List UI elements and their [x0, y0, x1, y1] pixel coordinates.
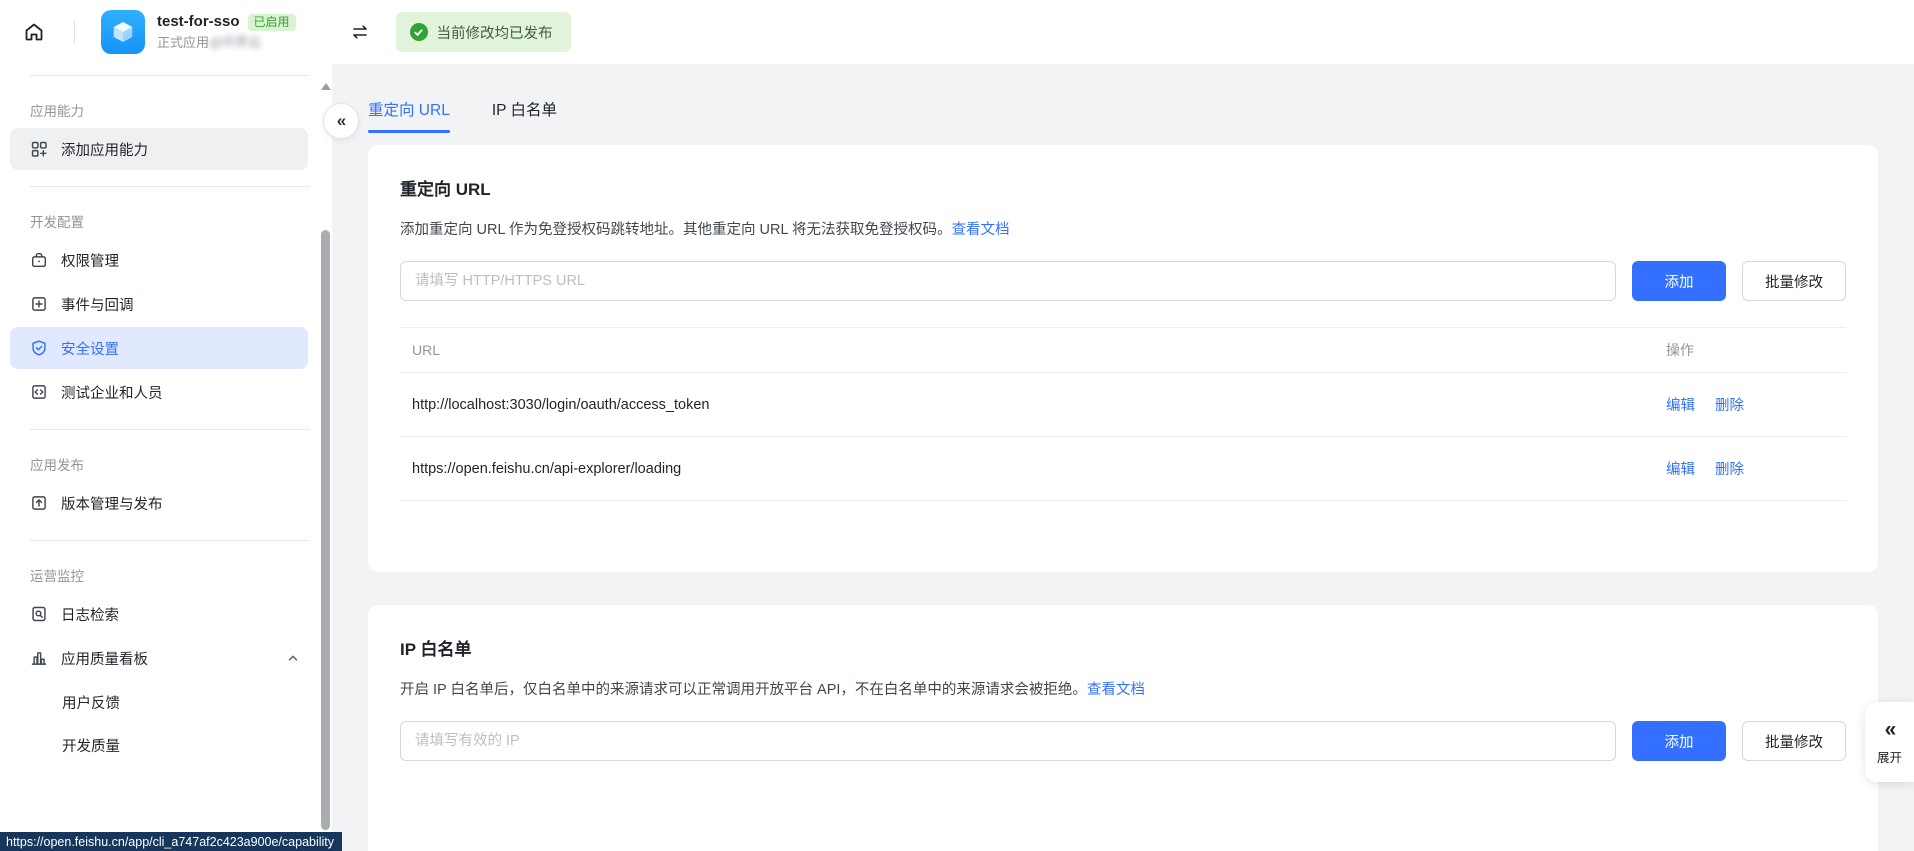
upload-square-icon — [30, 494, 48, 512]
app-enabled-badge: 已启用 — [248, 14, 296, 31]
home-button[interactable] — [14, 12, 54, 52]
section-app-release: 应用发布 — [0, 454, 332, 474]
main-content: 重定向 URL IP 白名单 重定向 URL 添加重定向 URL 作为免登授权码… — [332, 64, 1914, 851]
redirect-url-card: 重定向 URL 添加重定向 URL 作为免登授权码跳转地址。其他重定向 URL … — [368, 145, 1878, 572]
tab-redirect-url[interactable]: 重定向 URL — [368, 98, 450, 133]
divider — [30, 540, 310, 541]
divider — [30, 75, 310, 76]
redirect-card-title: 重定向 URL — [400, 175, 1846, 200]
sidebar-item-version[interactable]: 版本管理与发布 — [10, 482, 308, 524]
log-search-icon — [30, 605, 48, 623]
bar-chart-icon — [30, 649, 48, 667]
app-name: test-for-sso — [157, 13, 240, 32]
sidebar-item-test-company[interactable]: 测试企业和人员 — [10, 371, 308, 413]
batch-edit-url-button[interactable]: 批量修改 — [1742, 261, 1846, 301]
code-square-icon — [30, 383, 48, 401]
publish-status-pill: 当前修改均已发布 — [396, 12, 571, 52]
section-dev-config: 开发配置 — [0, 211, 332, 231]
sidebar-scrollbar-thumb[interactable] — [321, 230, 330, 830]
app-subtitle: 正式应用@环界云 — [157, 35, 296, 51]
sidebar-item-permission[interactable]: 权限管理 — [10, 239, 308, 281]
sidebar-item-dev-quality[interactable]: 开发质量 — [10, 725, 308, 765]
divider — [30, 429, 310, 430]
home-icon — [22, 20, 46, 44]
sidebar-item-quality-board[interactable]: 应用质量看板 — [10, 637, 308, 679]
double-chevron-left-icon: « — [1885, 718, 1895, 742]
scrollbar-up-arrow[interactable] — [320, 80, 332, 92]
chevron-up-icon[interactable] — [286, 651, 300, 665]
link-status-bar: https://open.feishu.cn/app/cli_a747af2c4… — [0, 832, 342, 851]
grid-plus-icon — [30, 140, 48, 158]
briefcase-icon — [30, 251, 48, 269]
redirect-url-input[interactable] — [400, 261, 1616, 301]
add-ip-button[interactable]: 添加 — [1632, 721, 1726, 761]
redirect-url-table: URL 操作 http://localhost:3030/login/oauth… — [400, 327, 1846, 501]
tab-ip-whitelist[interactable]: IP 白名单 — [492, 98, 557, 133]
app-logo-icon — [101, 10, 145, 54]
sidebar-item-user-feedback[interactable]: 用户反馈 — [10, 682, 308, 722]
divider — [30, 186, 310, 187]
batch-edit-ip-button[interactable]: 批量修改 — [1742, 721, 1846, 761]
check-circle-icon — [410, 23, 428, 41]
sidebar-item-events[interactable]: 事件与回调 — [10, 283, 308, 325]
sidebar-item-add-capability[interactable]: 添加应用能力 — [10, 128, 308, 170]
shield-check-icon — [30, 339, 48, 357]
table-row: https://open.feishu.cn/api-explorer/load… — [400, 437, 1846, 501]
ip-card-description: 开启 IP 白名单后，仅白名单中的来源请求可以正常调用开放平台 API，不在白名… — [400, 678, 1846, 699]
divider — [74, 21, 75, 43]
ip-whitelist-card: IP 白名单 开启 IP 白名单后，仅白名单中的来源请求可以正常调用开放平台 A… — [368, 605, 1878, 851]
expand-label: 展开 — [1877, 747, 1902, 766]
column-header-url: URL — [400, 328, 1654, 373]
active-tab-underline — [368, 130, 450, 133]
sidebar: 应用能力 添加应用能力 开发配置 权限管理 事件与回调 安全设置 — [0, 64, 332, 851]
panel-expand-button[interactable]: « 展开 — [1865, 702, 1914, 782]
app-header: test-for-sso 已启用 正式应用@环界云 当前修改均已发布 — [0, 0, 1914, 64]
redirect-card-description: 添加重定向 URL 作为免登授权码跳转地址。其他重定向 URL 将无法获取免登授… — [400, 218, 1846, 239]
sidebar-item-log-search[interactable]: 日志检索 — [10, 593, 308, 635]
ip-card-title: IP 白名单 — [400, 635, 1846, 660]
edit-link[interactable]: 编辑 — [1666, 398, 1695, 414]
url-cell: https://open.feishu.cn/api-explorer/load… — [400, 437, 1654, 501]
delete-link[interactable]: 删除 — [1715, 398, 1744, 414]
url-cell: http://localhost:3030/login/oauth/access… — [400, 373, 1654, 437]
edit-link[interactable]: 编辑 — [1666, 462, 1695, 478]
sidebar-item-security[interactable]: 安全设置 — [10, 327, 308, 369]
view-docs-link[interactable]: 查看文档 — [952, 222, 1010, 238]
section-app-capability: 应用能力 — [0, 100, 332, 120]
table-row: http://localhost:3030/login/oauth/access… — [400, 373, 1846, 437]
section-operation: 运营监控 — [0, 565, 332, 585]
swap-arrows-icon — [349, 21, 371, 43]
sidebar-collapse-button[interactable]: « — [323, 103, 359, 139]
add-url-button[interactable]: 添加 — [1632, 261, 1726, 301]
ip-input[interactable] — [400, 721, 1616, 761]
sidebar-scrollbar-rail — [320, 64, 332, 851]
column-header-action: 操作 — [1654, 328, 1846, 373]
square-plus-icon — [30, 295, 48, 313]
delete-link[interactable]: 删除 — [1715, 462, 1744, 478]
switch-app-button[interactable] — [344, 16, 376, 48]
tab-bar: 重定向 URL IP 白名单 — [332, 64, 1914, 133]
publish-status-text: 当前修改均已发布 — [437, 22, 553, 43]
view-docs-link[interactable]: 查看文档 — [1087, 682, 1145, 698]
